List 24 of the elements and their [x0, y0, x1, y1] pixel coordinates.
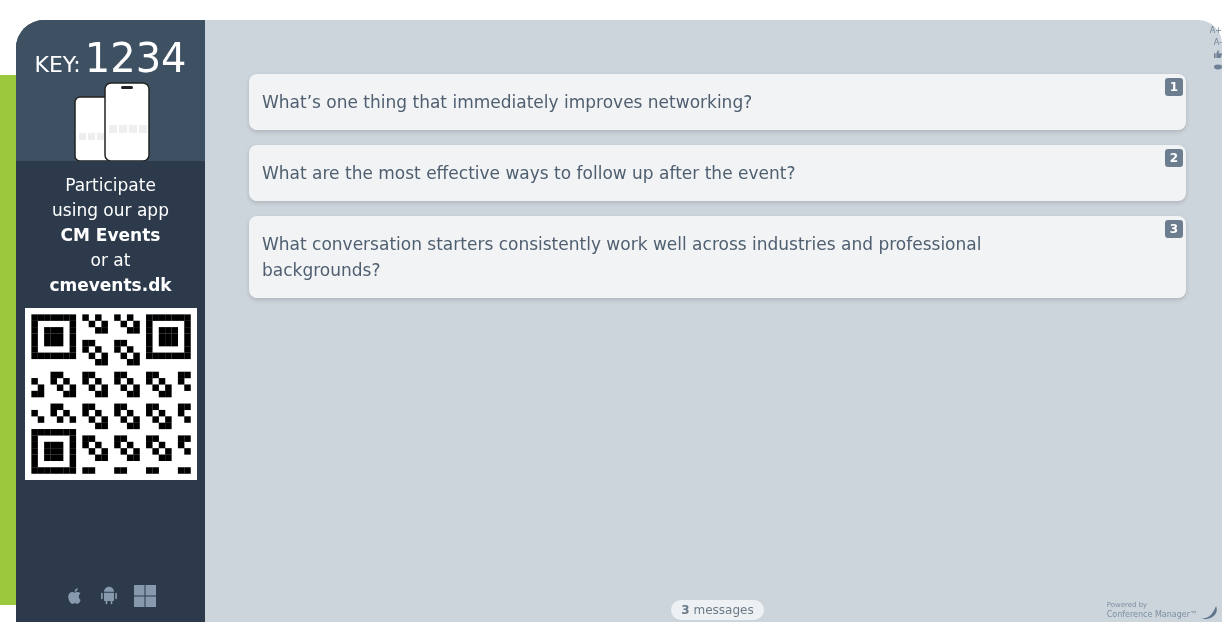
question-number: 3 [1164, 220, 1183, 238]
key-label: KEY: [34, 51, 81, 79]
message-count: 3 [681, 603, 690, 617]
key-value: 1234 [84, 38, 187, 78]
thumbs-up-icon[interactable] [1214, 50, 1222, 58]
or-text: or at [90, 249, 131, 272]
windows-icon[interactable] [132, 584, 157, 608]
question-text: What’s one thing that immediately improves networking? [262, 91, 754, 114]
eye-icon[interactable] [1214, 64, 1222, 70]
app-name: CM Events [60, 224, 161, 247]
qr-code-icon [24, 308, 197, 480]
message-label: messages [693, 603, 754, 617]
font-size-button[interactable]: A+ [1209, 26, 1222, 36]
question-text: What are the most effective ways to follow up after the event? [262, 162, 797, 185]
question-text: What conversation starters consistently work well across industries and professional backgrounds? [262, 233, 983, 282]
question-number: 2 [1164, 149, 1183, 167]
participate-text: using our app [52, 199, 169, 222]
website-link[interactable]: cmevents.dk [49, 273, 172, 298]
swoosh-logo-icon [1200, 606, 1218, 620]
android-icon[interactable] [98, 585, 119, 607]
font-size-button[interactable]: A- [1213, 38, 1222, 48]
brand-name: Conference Manager™ [1106, 610, 1198, 620]
question-number: 1 [1164, 78, 1183, 96]
participate-text: Participate [65, 174, 156, 197]
